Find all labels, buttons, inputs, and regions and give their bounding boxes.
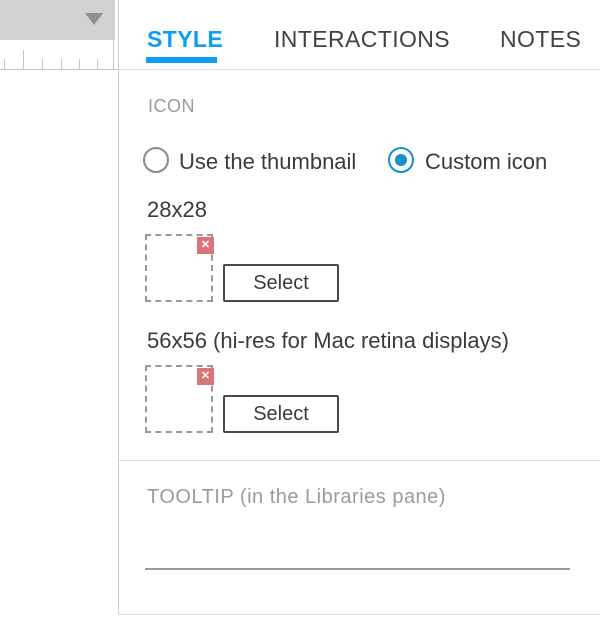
ruler-tick bbox=[4, 59, 5, 69]
triangle-down-icon[interactable] bbox=[85, 13, 103, 25]
panel-left-border bbox=[118, 0, 119, 614]
panel-bottom-border bbox=[118, 614, 600, 615]
ruler-baseline bbox=[0, 69, 118, 70]
icon-section-title: ICON bbox=[148, 96, 195, 116]
ruler-tick bbox=[97, 59, 98, 69]
tab-interactions[interactable]: INTERACTIONS bbox=[274, 27, 450, 52]
icon-size-label-28: 28x28 bbox=[147, 197, 207, 222]
ruler-tick bbox=[79, 59, 80, 69]
icon-size-label-56: 56x56 (hi-res for Mac retina displays) bbox=[147, 328, 509, 353]
radio-use-thumbnail[interactable] bbox=[143, 147, 169, 173]
select-button-28[interactable]: Select bbox=[223, 264, 339, 302]
icon-well-56[interactable]: ✕ bbox=[145, 365, 213, 433]
select-button-56[interactable]: Select bbox=[223, 395, 339, 433]
radio-use-thumbnail-label[interactable]: Use the thumbnail bbox=[179, 149, 356, 174]
style-panel-screen: STYLE INTERACTIONS NOTES ICON Use the th… bbox=[0, 0, 600, 618]
ruler-tick bbox=[61, 59, 62, 69]
ruler-tick bbox=[23, 50, 24, 69]
active-tab-underline bbox=[146, 57, 217, 63]
radio-selected-dot bbox=[395, 154, 407, 166]
remove-icon[interactable]: ✕ bbox=[197, 237, 214, 254]
radio-custom-icon[interactable] bbox=[388, 147, 414, 173]
icon-well-28[interactable]: ✕ bbox=[145, 234, 213, 302]
tooltip-input[interactable] bbox=[145, 532, 570, 570]
ruler-edge-tick bbox=[113, 40, 114, 70]
ruler-tick bbox=[42, 59, 43, 69]
remove-icon[interactable]: ✕ bbox=[197, 368, 214, 385]
tab-style[interactable]: STYLE bbox=[147, 27, 223, 52]
radio-custom-icon-label[interactable]: Custom icon bbox=[425, 149, 547, 174]
tab-notes[interactable]: NOTES bbox=[500, 27, 581, 52]
tooltip-section-label: TOOLTIP (in the Libraries pane) bbox=[147, 487, 446, 507]
section-divider bbox=[119, 460, 600, 461]
tabs-divider bbox=[119, 69, 600, 70]
